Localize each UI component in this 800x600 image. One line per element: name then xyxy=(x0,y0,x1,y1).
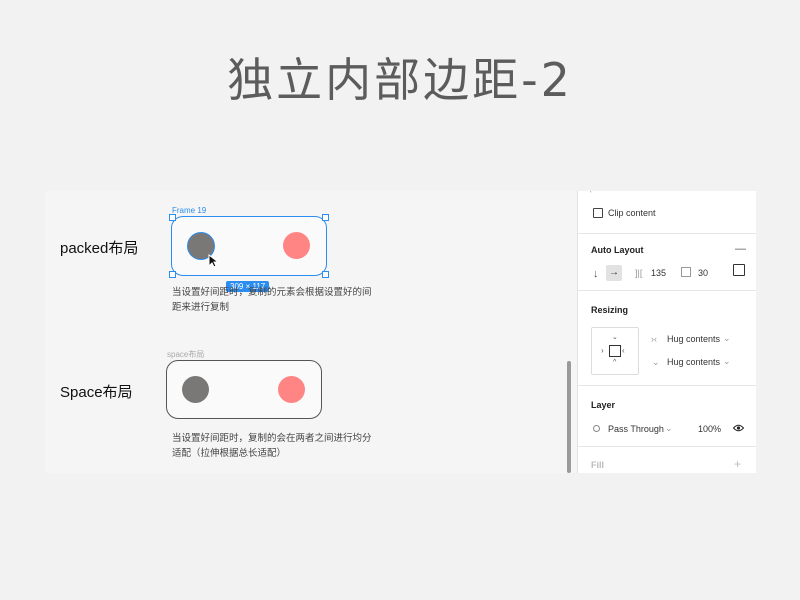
direction-horizontal-icon[interactable]: → xyxy=(606,265,622,281)
blend-mode-dropdown[interactable]: Pass Through xyxy=(608,424,664,434)
direction-vertical-icon[interactable]: ↓ xyxy=(593,268,599,280)
blend-mode-icon xyxy=(593,425,600,432)
frame-name-label[interactable]: Frame 19 xyxy=(172,206,206,215)
packed-description: 当设置好间距时，复制的元素会根据设置好的间 距来进行复制 xyxy=(172,285,372,315)
packed-description-line1: 当设置好间距时，复制的元素会根据设置好的间 xyxy=(172,287,372,298)
space-frame[interactable] xyxy=(166,360,322,419)
chevron-left-icon: › xyxy=(601,346,604,355)
figma-window: packed布局 Frame 19 309 × 117 当设置好间距时，复制的元… xyxy=(45,191,756,473)
slide-title: 独立内部边距-2 xyxy=(227,53,573,107)
clip-content-checkbox[interactable] xyxy=(593,208,603,218)
opacity-value[interactable]: 100% xyxy=(698,424,721,434)
canvas-scrollbar[interactable] xyxy=(567,361,571,473)
gray-circle[interactable] xyxy=(182,376,209,403)
chevron-down-icon: ^ xyxy=(613,359,617,366)
fill-section: Fill + xyxy=(578,446,756,473)
chevron-right-icon: ‹ xyxy=(622,346,625,355)
spacing-icon: ]|[ xyxy=(635,268,643,278)
vertical-resizing-dropdown[interactable]: Hug contents xyxy=(667,357,720,367)
horizontal-resize-icon: ›‹ xyxy=(651,334,657,344)
remove-auto-layout-icon[interactable]: — xyxy=(735,243,746,255)
properties-panel: ⌐ Clip content Auto Layout — ↓ → ]|[ 135… xyxy=(577,191,756,473)
fill-title: Fill xyxy=(591,460,604,470)
frame-19-selected[interactable] xyxy=(171,216,327,276)
padding-icon xyxy=(681,267,691,277)
red-circle-2[interactable] xyxy=(278,376,305,403)
vertical-resize-icon: ⌄ xyxy=(652,357,660,367)
layer-title: Layer xyxy=(591,400,616,410)
space-layout-label: Space布局 xyxy=(60,384,133,401)
resize-handle-bottom-right[interactable] xyxy=(322,271,329,278)
resize-handle-top-left[interactable] xyxy=(169,214,176,221)
red-circle[interactable] xyxy=(283,232,310,259)
space-frame-name-label[interactable]: space布局 xyxy=(167,349,204,360)
auto-layout-title: Auto Layout xyxy=(591,245,644,255)
resize-handle-top-right[interactable] xyxy=(322,214,329,221)
resizing-title: Resizing xyxy=(591,305,629,315)
eye-icon[interactable] xyxy=(733,424,744,432)
auto-layout-section: Auto Layout — ↓ → ]|[ 135 30 xyxy=(578,233,756,290)
padding-value[interactable]: 30 xyxy=(698,268,708,278)
truncated-controls-icon: ⌐ xyxy=(590,191,595,195)
spacing-value[interactable]: 135 xyxy=(651,268,666,278)
resizing-preview: ⌄ › ‹ ^ xyxy=(591,327,639,375)
layer-section: Layer Pass Through ⌄ 100% xyxy=(578,385,756,446)
chevron-down-icon[interactable]: ⌄ xyxy=(665,423,673,434)
mouse-cursor-icon xyxy=(208,254,220,268)
design-canvas[interactable]: packed布局 Frame 19 309 × 117 当设置好间距时，复制的元… xyxy=(45,191,577,473)
resize-handle-bottom-left[interactable] xyxy=(169,271,176,278)
alignment-icon[interactable] xyxy=(733,264,745,276)
add-fill-icon[interactable]: + xyxy=(734,457,741,471)
resizing-inner-box xyxy=(609,345,621,357)
space-description-line1: 当设置好间距时，复制的会在两者之间进行均分 xyxy=(172,433,372,444)
space-description-line2: 适配（拉伸根据总长适配） xyxy=(172,448,287,459)
chevron-down-icon[interactable]: ⌄ xyxy=(723,333,731,344)
chevron-down-icon[interactable]: ⌄ xyxy=(723,356,731,367)
packed-description-line2: 距来进行复制 xyxy=(172,302,230,313)
clip-content-label: Clip content xyxy=(608,208,656,218)
resizing-section: Resizing ⌄ › ‹ ^ ›‹ Hug contents ⌄ ⌄ Hug… xyxy=(578,290,756,385)
horizontal-resizing-dropdown[interactable]: Hug contents xyxy=(667,334,720,344)
space-description: 当设置好间距时，复制的会在两者之间进行均分 适配（拉伸根据总长适配） xyxy=(172,431,372,461)
chevron-up-icon: ⌄ xyxy=(612,334,618,341)
packed-layout-label: packed布局 xyxy=(60,240,139,257)
